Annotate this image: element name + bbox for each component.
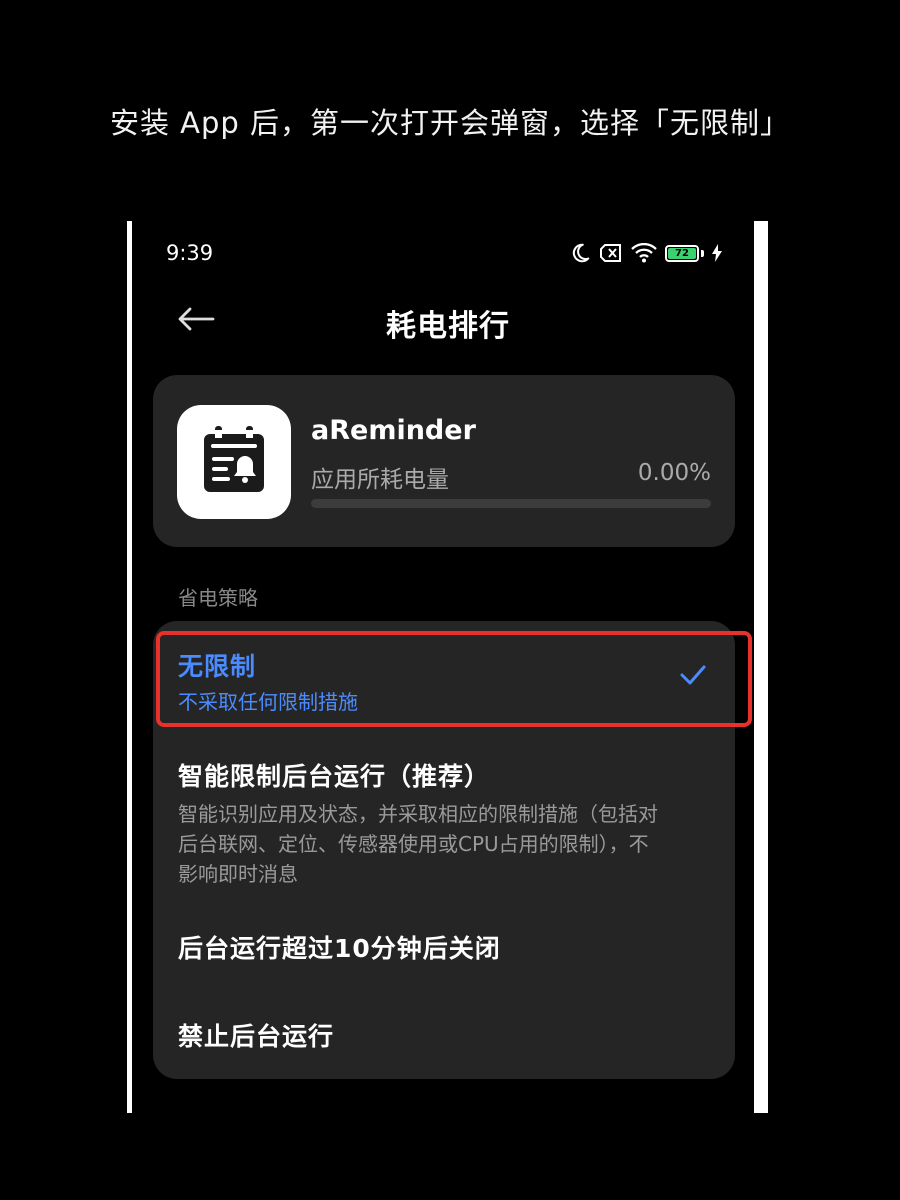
option-description: 智能识别应用及状态，并采取相应的限制措施（包括对后台联网、定位、传感器使用或CP… [178, 802, 658, 886]
page-title: 耗电排行 [386, 309, 510, 344]
section-label: 省电策略 [178, 586, 258, 610]
calendar-bell-icon [201, 425, 267, 499]
option-title: 后台运行超过10分钟后关闭 [178, 934, 501, 963]
usage-label: 应用所耗电量 [311, 467, 449, 493]
check-icon [680, 665, 706, 689]
status-bar: 9:39 72 [166, 239, 722, 267]
option-description: 不采取任何限制措施 [178, 690, 358, 714]
instruction-caption: 安装 App 后，第一次打开会弹窗，选择「无限制」 [109, 106, 791, 140]
option-unrestricted[interactable]: 无限制 不采取任何限制措施 [178, 647, 710, 717]
option-title: 智能限制后台运行（推荐） [178, 762, 491, 791]
option-smart-restrict[interactable]: 智能限制后台运行（推荐） 智能识别应用及状态，并采取相应的限制措施（包括对后台联… [178, 757, 710, 889]
status-time: 9:39 [166, 241, 214, 265]
option-close-after-10min[interactable]: 后台运行超过10分钟后关闭 [178, 929, 710, 965]
battery-level: 72 [668, 247, 696, 259]
moon-icon [569, 242, 591, 264]
battery-icon: 72 [665, 244, 704, 262]
charging-icon [712, 244, 722, 262]
option-title: 无限制 [178, 652, 257, 681]
option-title: 禁止后台运行 [178, 1022, 335, 1051]
frame-right-border [754, 221, 768, 1113]
usage-value: 0.00% [637, 460, 711, 486]
option-forbid-background[interactable]: 禁止后台运行 [178, 1017, 710, 1053]
sim-off-icon [599, 243, 623, 263]
usage-progress-bar [311, 499, 711, 508]
app-usage-card: aReminder 应用所耗电量 0.00% [153, 375, 735, 547]
power-policy-options: 无限制 不采取任何限制措施 智能限制后台运行（推荐） 智能识别应用及状态，并采取… [153, 621, 735, 1079]
status-icons: 72 [569, 242, 722, 264]
app-name: aReminder [311, 415, 476, 446]
phone-screenshot: 9:39 72 耗电排行 aReminder 应用所耗电量 0.00% 省电策略… [132, 221, 754, 1113]
navigation-bar: 耗电排行 [132, 295, 754, 345]
wifi-icon [631, 243, 657, 263]
app-icon [177, 405, 291, 519]
